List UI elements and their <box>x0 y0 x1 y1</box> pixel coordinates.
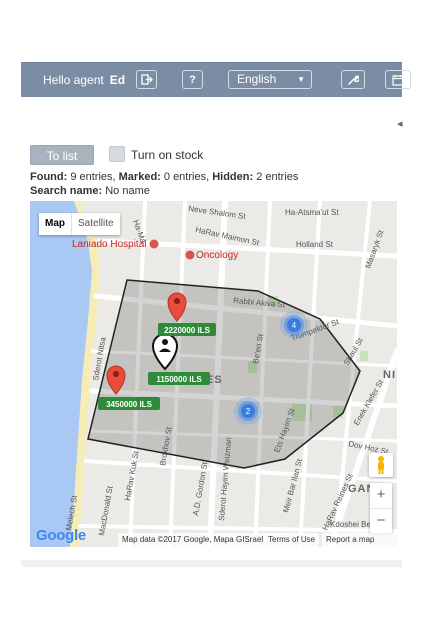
bottom-divider <box>21 560 402 567</box>
language-select[interactable]: English ▼ <box>228 70 312 89</box>
scroll-arrow-icon[interactable]: ◂ <box>397 117 403 130</box>
street-label: Ha-Atsma'ut St <box>285 208 339 217</box>
street-label: HaRav Kuk St <box>123 450 141 502</box>
price-tag-text: 2220000 ILS <box>164 326 210 335</box>
map-type-map-button[interactable]: Map <box>39 213 71 235</box>
to-list-button[interactable]: To list <box>30 145 94 165</box>
found-label: Found: <box>30 171 68 183</box>
street-view-pegman[interactable] <box>369 453 393 477</box>
hospital-icon <box>149 239 159 249</box>
agent-name: Ed <box>109 73 126 87</box>
logout-icon <box>140 74 153 85</box>
zoom-control: + − <box>370 483 392 533</box>
hidden-label: Hidden: <box>212 171 254 183</box>
calendar-button[interactable] <box>385 70 411 89</box>
zoom-out-button[interactable]: − <box>370 509 392 534</box>
poi-label: Oncology <box>196 250 238 261</box>
results-summary: Found: 9 entries, Marked: 0 entries, Hid… <box>30 171 298 183</box>
cluster-marker[interactable]: 4 <box>280 311 308 339</box>
map-view[interactable]: Neve Shalom St Ha-Atsma'ut St Ha-Ma HaRa… <box>30 201 397 547</box>
language-value: English <box>237 72 277 86</box>
google-logo: Google <box>36 527 86 544</box>
marked-value: 0 entries, <box>163 171 210 183</box>
cluster-count: 2 <box>246 407 251 416</box>
cluster-count: 4 <box>292 321 297 330</box>
greeting: Hello agent Ed <box>43 73 125 87</box>
calendar-icon <box>392 74 404 86</box>
price-tag-text: 1150000 ILS <box>156 375 202 384</box>
hidden-value: 2 entries <box>256 171 299 183</box>
zoom-in-button[interactable]: + <box>370 483 392 509</box>
found-value: 9 entries, <box>70 171 116 183</box>
poi-label: Laniado Hospital <box>72 239 147 250</box>
turn-on-stock-label: Turn on stock <box>131 148 204 162</box>
map-type-control: Map Satellite <box>39 213 120 235</box>
turn-on-stock-checkbox[interactable] <box>109 146 125 162</box>
map-type-satellite-button[interactable]: Satellite <box>71 213 120 235</box>
map-canvas[interactable]: Neve Shalom St Ha-Atsma'ut St Ha-Ma HaRa… <box>30 201 397 547</box>
street-label: Neve Shalom St <box>188 204 247 221</box>
street-label: MacDonald St <box>97 485 115 537</box>
sea-area <box>30 201 92 547</box>
search-name-label: Search name: <box>30 185 103 197</box>
price-tag-text: 3450000 ILS <box>106 400 152 409</box>
hospital-icon <box>185 250 195 260</box>
street-label: Kdoshei Bel <box>330 520 373 529</box>
wrench-icon <box>348 74 359 85</box>
street-label: Holland St <box>296 240 334 249</box>
pegman-icon <box>378 456 384 474</box>
cluster-marker[interactable]: 2 <box>234 397 262 425</box>
price-tag[interactable]: 2220000 ILS <box>158 323 216 336</box>
search-name-value: No name <box>105 185 150 197</box>
help-button[interactable]: ? <box>182 70 203 89</box>
price-tag[interactable]: 3450000 ILS <box>98 397 160 410</box>
area-label: NI <box>383 369 396 381</box>
park-area <box>360 351 368 361</box>
chevron-down-icon: ▼ <box>297 75 305 84</box>
logout-button[interactable] <box>136 70 157 89</box>
marked-label: Marked: <box>118 171 161 183</box>
settings-button[interactable] <box>341 70 365 89</box>
map-attribution: Map data ©2017 Google, Mapa GISrael <box>118 533 268 547</box>
greeting-text: Hello agent <box>43 73 104 87</box>
top-bar: Hello agent Ed ? English ▼ <box>21 62 411 97</box>
report-map-error-link[interactable]: Report a map error <box>322 533 397 547</box>
terms-link[interactable]: Terms of Use <box>264 533 320 547</box>
search-name-row: Search name: No name <box>30 185 150 197</box>
price-tag[interactable]: 1150000 ILS <box>148 372 210 385</box>
